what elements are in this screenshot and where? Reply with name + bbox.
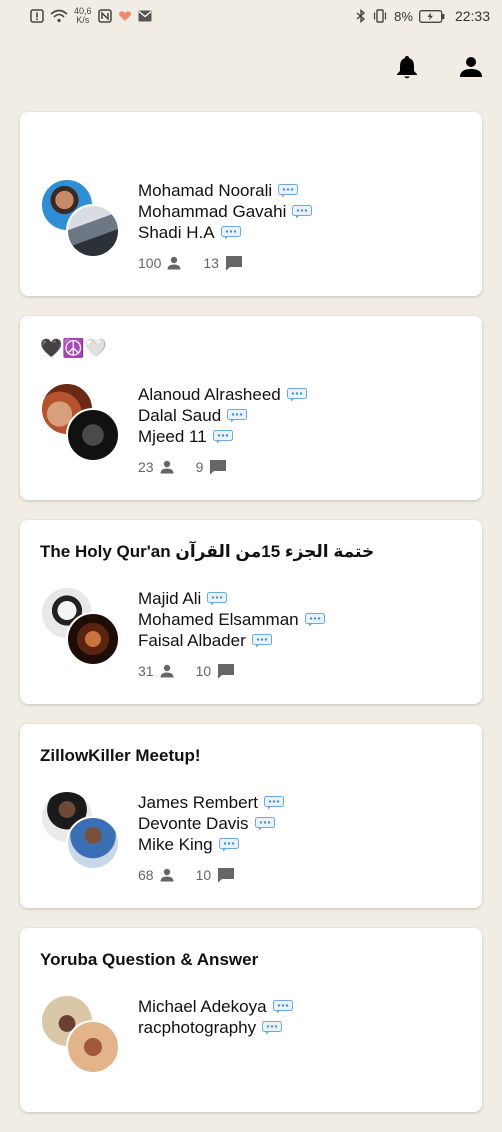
chat-bubble-icon — [304, 612, 325, 627]
room-stats: 23 9 — [138, 459, 227, 475]
chat-bubble-icon — [263, 795, 284, 810]
room-stats: 100 13 — [138, 255, 243, 271]
chat-bubble-icon — [227, 408, 248, 423]
health-app-icon — [118, 9, 132, 23]
bluetooth-icon — [356, 9, 366, 23]
listener-count: 31 — [138, 663, 174, 679]
chat-bubble-icon — [262, 1020, 283, 1035]
chat-bubble-icon — [286, 387, 307, 402]
chat-bubble-icon — [212, 429, 233, 444]
room-card[interactable]: The Holy Qur'an ختمة الجزء 15من القرآن M… — [20, 520, 482, 704]
room-card[interactable]: 🖤☮️🤍 Alanoud Alrasheed Dalal Saud Mjeed … — [20, 316, 482, 500]
bell-icon — [397, 56, 417, 79]
speaker-name[interactable]: Mohammad Gavahi — [138, 201, 313, 222]
battery-percent: 8% — [394, 8, 413, 24]
room-title: Yoruba Question & Answer — [40, 950, 259, 969]
nfc-icon — [97, 9, 112, 23]
speaker-name[interactable]: Shadi H.A — [138, 222, 312, 243]
person-icon — [460, 57, 482, 77]
avatar — [66, 612, 120, 666]
speaker-list: Alanoud Alrasheed Dalal Saud Mjeed 11 — [138, 384, 307, 447]
speaker-name[interactable]: Mohamed Elsamman — [138, 609, 325, 630]
speaker-name[interactable]: Michael Adekoya — [138, 996, 293, 1017]
speaker-name[interactable]: Alanoud Alrasheed — [138, 384, 307, 405]
battery-charging-icon — [419, 9, 445, 23]
chat-bubble-icon — [254, 816, 275, 831]
room-title: The Holy Qur'an ختمة الجزء 15من القرآن — [40, 542, 375, 561]
speaker-name[interactable]: Mohamad Noorali — [138, 180, 312, 201]
avatar — [66, 1020, 120, 1074]
chat-icon — [218, 664, 235, 679]
person-icon — [167, 256, 181, 270]
speaker-name[interactable]: Mike King — [138, 834, 284, 855]
listener-count: 68 — [138, 867, 174, 883]
person-icon — [160, 868, 174, 882]
speaker-count: 10 — [196, 867, 236, 883]
avatar-stack — [40, 382, 120, 462]
speaker-list: James Rembert Devonte Davis Mike King — [138, 792, 284, 855]
chat-icon — [218, 868, 235, 883]
room-card[interactable]: Mohamad Noorali Mohammad Gavahi Shadi H.… — [20, 112, 482, 296]
chat-bubble-icon — [272, 999, 293, 1014]
avatar-stack — [40, 178, 120, 258]
avatar-stack — [40, 994, 120, 1074]
top-actions — [392, 52, 486, 82]
listener-count: 23 — [138, 459, 174, 475]
listener-count: 100 — [138, 255, 181, 271]
person-icon — [160, 460, 174, 474]
vibrate-icon — [372, 9, 388, 23]
chat-bubble-icon — [218, 837, 239, 852]
speaker-list: Michael Adekoya racphotography — [138, 996, 293, 1038]
chat-bubble-icon — [220, 225, 241, 240]
chat-icon — [225, 256, 242, 271]
network-speed: 40,6 K/s — [74, 6, 92, 25]
status-bar: 40,6 K/s 8% 22:33 — [0, 0, 502, 32]
room-card[interactable]: ZillowKiller Meetup! James Rembert Devon… — [20, 724, 482, 908]
avatar-stack — [40, 790, 120, 870]
room-stats: 31 10 — [138, 663, 235, 679]
speaker-count: 13 — [203, 255, 243, 271]
speaker-name[interactable]: Majid Ali — [138, 588, 325, 609]
mail-icon — [138, 10, 152, 22]
room-card[interactable]: Yoruba Question & Answer Michael Adekoya… — [20, 928, 482, 1112]
speaker-list: Majid Ali Mohamed Elsamman Faisal Albade… — [138, 588, 325, 651]
notifications-button[interactable] — [392, 52, 422, 82]
wifi-icon — [50, 9, 68, 23]
speaker-name[interactable]: Dalal Saud — [138, 405, 307, 426]
speaker-name[interactable]: racphotography — [138, 1017, 293, 1038]
room-feed: Mohamad Noorali Mohammad Gavahi Shadi H.… — [20, 112, 482, 1132]
avatar — [66, 408, 120, 462]
avatar — [66, 204, 120, 258]
speaker-name[interactable]: Mjeed 11 — [138, 426, 307, 447]
alert-icon — [30, 9, 44, 23]
profile-button[interactable] — [456, 52, 486, 82]
speaker-count: 9 — [196, 459, 228, 475]
person-icon — [160, 664, 174, 678]
chat-icon — [210, 460, 227, 475]
speaker-list: Mohamad Noorali Mohammad Gavahi Shadi H.… — [138, 180, 313, 243]
speaker-name[interactable]: Devonte Davis — [138, 813, 284, 834]
speaker-name[interactable]: James Rembert — [138, 792, 284, 813]
chat-bubble-icon — [207, 591, 228, 606]
room-title: ZillowKiller Meetup! — [40, 746, 201, 765]
clock: 22:33 — [454, 8, 490, 24]
avatar — [66, 816, 120, 870]
speaker-name[interactable]: Faisal Albader — [138, 630, 325, 651]
speaker-count: 10 — [196, 663, 236, 679]
chat-bubble-icon — [278, 183, 299, 198]
room-stats: 68 10 — [138, 867, 235, 883]
room-title: 🖤☮️🤍 — [40, 338, 108, 358]
chat-bubble-icon — [292, 204, 313, 219]
chat-bubble-icon — [251, 633, 272, 648]
avatar-stack — [40, 586, 120, 666]
